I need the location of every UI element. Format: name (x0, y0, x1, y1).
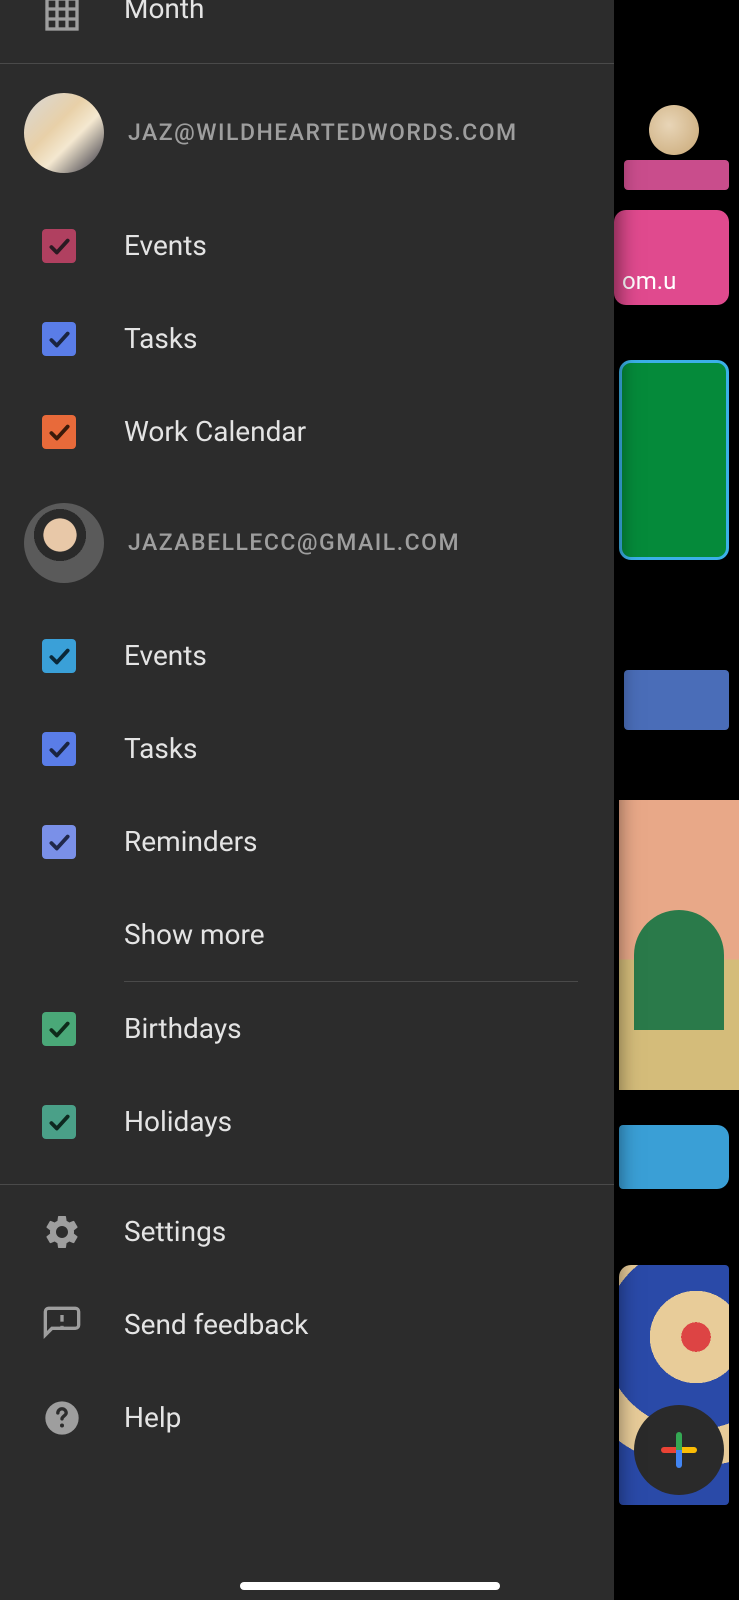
account-email: JAZABELLECC@GMAIL.COM (128, 529, 460, 556)
calendar-label: Tasks (124, 322, 198, 355)
check-icon (46, 736, 72, 762)
checkbox-checked[interactable] (42, 322, 76, 356)
account-header[interactable]: JAZ@WILDHEARTEDWORDS.COM (0, 86, 614, 179)
calendar-toggle-birthdays[interactable]: Birthdays (0, 982, 614, 1075)
event-block-peek (624, 160, 729, 190)
event-block-peek: om.u (614, 210, 729, 305)
plus-icon (676, 1432, 682, 1468)
calendar-toggle-tasks[interactable]: Tasks (0, 292, 614, 385)
month-grid-icon (42, 0, 82, 34)
help-label: Help (124, 1401, 181, 1434)
account-header[interactable]: JAZABELLECC@GMAIL.COM (0, 496, 614, 589)
event-block-peek (619, 1125, 729, 1189)
account-avatar (24, 503, 104, 583)
check-icon (46, 643, 72, 669)
help-button[interactable]: Help (0, 1371, 614, 1464)
view-option-label: Month (124, 0, 204, 25)
account-avatar-peek (649, 105, 699, 155)
calendar-toggle-reminders[interactable]: Reminders (0, 795, 614, 888)
calendar-toggle-events[interactable]: Events (0, 199, 614, 292)
calendar-toggle-events[interactable]: Events (0, 609, 614, 702)
event-block-peek (624, 670, 729, 730)
show-more-label: Show more (124, 918, 265, 951)
checkbox-checked[interactable] (42, 825, 76, 859)
check-icon (46, 326, 72, 352)
calendar-label: Events (124, 229, 207, 262)
checkbox-checked[interactable] (42, 1105, 76, 1139)
calendar-toggle-work[interactable]: Work Calendar (0, 385, 614, 478)
calendar-label: Reminders (124, 825, 258, 858)
send-feedback-button[interactable]: Send feedback (0, 1278, 614, 1371)
settings-button[interactable]: Settings (0, 1185, 614, 1278)
check-icon (46, 419, 72, 445)
navigation-drawer: Month JAZ@WILDHEARTEDWORDS.COM Events Ta… (0, 0, 614, 1600)
home-indicator[interactable] (240, 1582, 500, 1590)
gear-icon (42, 1212, 82, 1252)
check-icon (46, 233, 72, 259)
account-email: JAZ@WILDHEARTEDWORDS.COM (128, 119, 518, 146)
show-more-button[interactable]: Show more (0, 888, 614, 981)
feedback-icon (42, 1305, 82, 1345)
calendar-label: Events (124, 639, 207, 672)
account-avatar (24, 93, 104, 173)
settings-label: Settings (124, 1215, 226, 1248)
feedback-label: Send feedback (124, 1308, 308, 1341)
view-option-month[interactable]: Month (0, 0, 614, 63)
help-icon (42, 1398, 82, 1438)
calendar-label: Work Calendar (124, 415, 306, 448)
checkbox-checked[interactable] (42, 639, 76, 673)
create-event-fab[interactable] (634, 1405, 724, 1495)
illustration-tree (634, 910, 724, 1030)
checkbox-checked[interactable] (42, 732, 76, 766)
check-icon (46, 1016, 72, 1042)
calendar-toggle-holidays[interactable]: Holidays (0, 1075, 614, 1168)
calendar-toggle-tasks[interactable]: Tasks (0, 702, 614, 795)
checkbox-checked[interactable] (42, 1012, 76, 1046)
drawer-footer: Settings Send feedback Help (0, 1184, 614, 1464)
calendar-label: Birthdays (124, 1012, 242, 1045)
calendar-label: Holidays (124, 1105, 232, 1138)
checkbox-checked[interactable] (42, 229, 76, 263)
checkbox-checked[interactable] (42, 415, 76, 449)
check-icon (46, 1109, 72, 1135)
event-block-peek (619, 360, 729, 560)
event-text-peek: om.u (622, 267, 676, 295)
check-icon (46, 829, 72, 855)
calendar-label: Tasks (124, 732, 198, 765)
